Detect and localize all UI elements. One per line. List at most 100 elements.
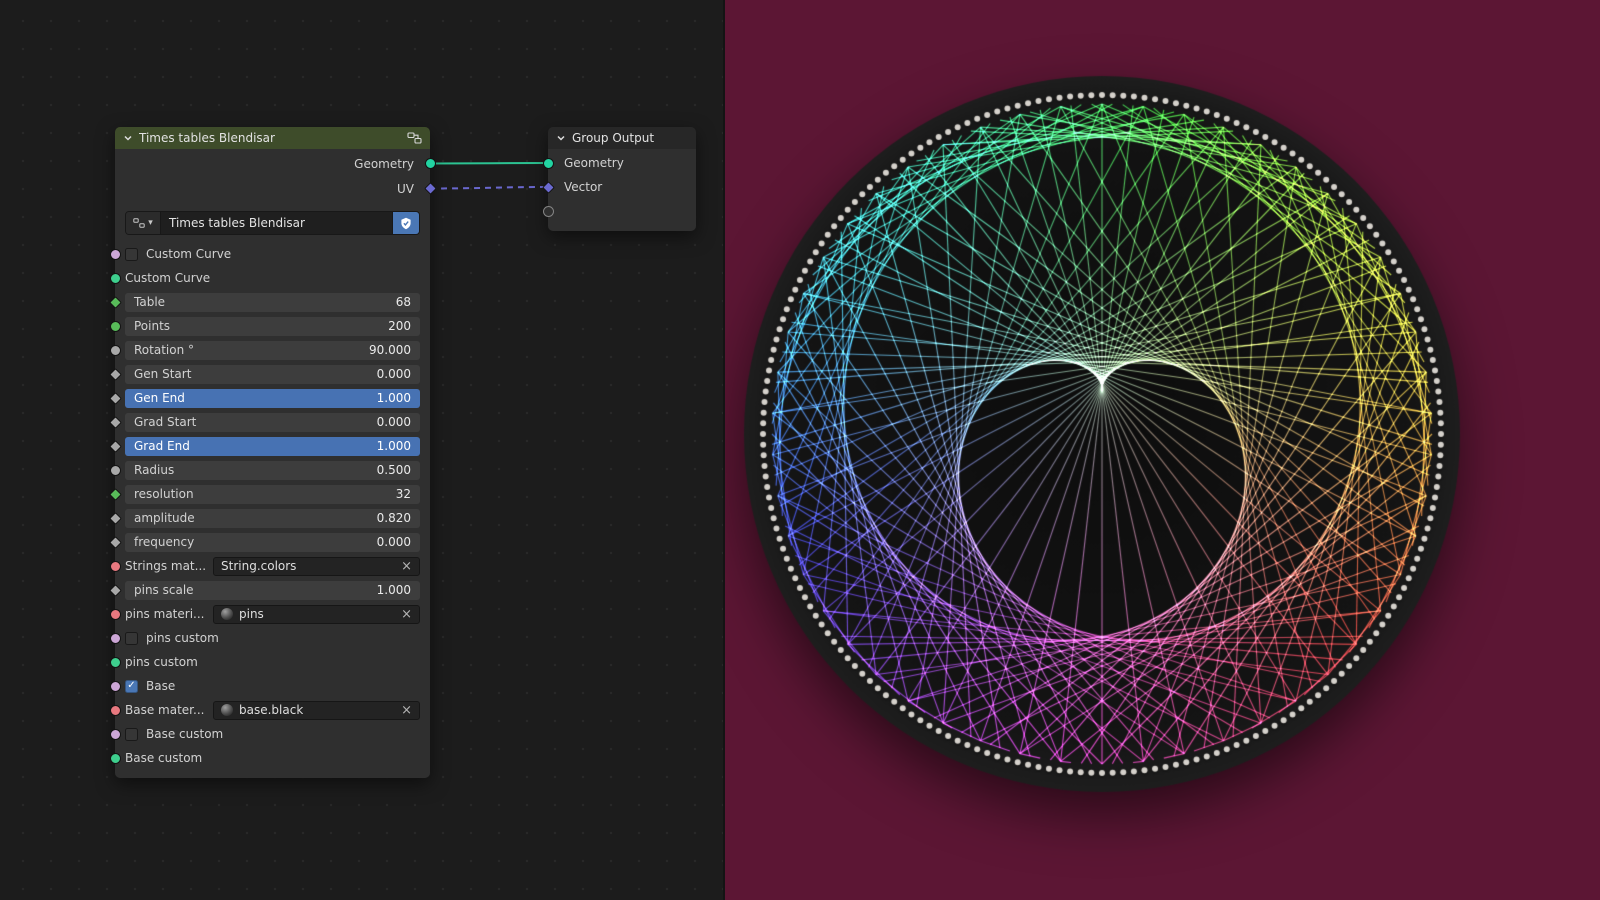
field-label: amplitude [134, 511, 195, 525]
input-socket-diamond[interactable] [108, 511, 122, 525]
virtual-socket[interactable] [542, 205, 554, 217]
material-field-pins-materi[interactable]: pins × [213, 604, 420, 624]
output-socket-geometry[interactable] [424, 158, 436, 169]
input-socket-diamond[interactable] [108, 583, 122, 597]
output-label: UV [397, 181, 414, 196]
input-socket-circle[interactable] [109, 464, 121, 476]
dropdown-arrow-icon: ▾ [148, 217, 153, 228]
input-socket-circle[interactable] [109, 632, 121, 644]
checkbox-base[interactable]: ✓ [125, 679, 138, 693]
number-field-frequency[interactable]: frequency 0.000 [125, 532, 420, 552]
number-field-table[interactable]: Table 68 [125, 292, 420, 312]
checkbox-base-custom[interactable] [125, 727, 138, 741]
output-socket-uv[interactable] [423, 182, 437, 195]
checkbox-label: Base [146, 679, 176, 693]
3d-viewport[interactable] [723, 0, 1600, 900]
node-group-output[interactable]: Group Output Geometry Vector [541, 127, 696, 231]
number-field-radius[interactable]: Radius 0.500 [125, 460, 420, 480]
field-value: 90.000 [369, 343, 411, 357]
node-title: Times tables Blendisar [139, 131, 275, 145]
input-socket-vector[interactable] [541, 180, 555, 194]
node-header[interactable]: Times tables Blendisar [115, 127, 430, 149]
row-label: Custom Curve [125, 271, 211, 285]
node-row-points: Points 200 [109, 314, 430, 338]
field-label: Points [134, 319, 171, 333]
node-row-table: Table 68 [108, 290, 430, 314]
node-row-grad-end: Grad End 1.000 [108, 434, 430, 458]
nodetree-name-field[interactable]: Times tables Blendisar [161, 212, 392, 234]
input-socket-circle[interactable] [109, 752, 121, 764]
input-socket-diamond[interactable] [108, 295, 122, 309]
field-value: 1.000 [376, 391, 411, 405]
link-geometry[interactable] [429, 162, 549, 165]
input-socket-diamond[interactable] [108, 535, 122, 549]
input-socket-circle[interactable] [109, 248, 121, 260]
node-row-radius: Radius 0.500 [109, 458, 430, 482]
node-row-base: ✓ Base [109, 674, 430, 698]
node-row-pins-scale: pins scale 1.000 [108, 578, 430, 602]
input-socket-diamond[interactable] [108, 487, 122, 501]
field-value: 0.820 [376, 511, 411, 525]
blender-window: Times tables Blendisar Geometry UV ▾ Tim… [0, 0, 1600, 900]
input-socket-diamond[interactable] [108, 439, 122, 453]
node-row-custom-curve: Custom Curve [109, 242, 430, 266]
fake-user-button[interactable] [392, 212, 419, 234]
material-field-base-mater[interactable]: base.black × [213, 700, 420, 720]
number-field-gen-start[interactable]: Gen Start 0.000 [125, 364, 420, 384]
input-socket-circle[interactable] [109, 344, 121, 356]
geometry-node-editor[interactable]: Times tables Blendisar Geometry UV ▾ Tim… [0, 0, 723, 900]
link-uv-vector[interactable] [429, 186, 549, 190]
number-field-points[interactable]: Points 200 [125, 316, 420, 336]
input-row-vector: Vector [541, 175, 696, 199]
collapse-chevron-icon[interactable] [556, 133, 566, 143]
clear-icon[interactable]: × [401, 560, 412, 573]
input-socket-diamond[interactable] [108, 367, 122, 381]
input-socket-diamond[interactable] [108, 415, 122, 429]
number-field-resolution[interactable]: resolution 32 [125, 484, 420, 504]
input-socket-circle[interactable] [109, 272, 121, 284]
viewport-render[interactable] [725, 0, 1600, 900]
input-socket-circle[interactable] [109, 680, 121, 692]
input-socket-geometry[interactable] [542, 157, 554, 169]
input-socket-circle[interactable] [109, 560, 121, 572]
number-field-pins-scale[interactable]: pins scale 1.000 [125, 580, 420, 600]
field-label: Gen End [134, 391, 185, 405]
input-row-virtual [542, 199, 696, 223]
number-field-grad-end[interactable]: Grad End 1.000 [125, 436, 420, 456]
number-field-rotation[interactable]: Rotation ° 90.000 [125, 340, 420, 360]
input-socket-circle[interactable] [109, 704, 121, 716]
node-row-strings-mat: Strings mat... String.colors × [109, 554, 430, 578]
nodetree-datablock-icon [133, 218, 145, 228]
node-group-selector: ▾ Times tables Blendisar [125, 211, 420, 235]
input-socket-circle[interactable] [109, 320, 121, 332]
checkbox-custom-curve[interactable] [125, 247, 138, 261]
number-field-amplitude[interactable]: amplitude 0.820 [125, 508, 420, 528]
clear-icon[interactable]: × [401, 608, 412, 621]
field-value: 32 [395, 487, 411, 501]
material-field-strings-mat[interactable]: String.colors × [213, 556, 420, 576]
field-value: 0.000 [376, 415, 411, 429]
node-row-pins-custom: pins custom [109, 650, 430, 674]
node-header[interactable]: Group Output [548, 127, 696, 149]
material-name: String.colors [221, 559, 297, 573]
node-row-resolution: resolution 32 [108, 482, 430, 506]
collapse-chevron-icon[interactable] [123, 133, 133, 143]
clear-icon[interactable]: × [401, 704, 412, 717]
material-preview-icon [221, 704, 233, 716]
input-socket-circle[interactable] [109, 656, 121, 668]
row-label: Base custom [125, 751, 203, 765]
field-label: Rotation ° [134, 343, 194, 357]
field-label: Grad End [134, 439, 190, 453]
input-socket-circle[interactable] [109, 728, 121, 740]
input-label: Geometry [564, 156, 624, 170]
field-value: 0.000 [376, 367, 411, 381]
node-times-tables-blendisar[interactable]: Times tables Blendisar Geometry UV ▾ Tim… [108, 127, 437, 778]
material-name: pins [239, 607, 264, 621]
number-field-gen-end[interactable]: Gen End 1.000 [125, 388, 420, 408]
input-socket-diamond[interactable] [108, 391, 122, 405]
datablock-menu-button[interactable]: ▾ [126, 212, 161, 234]
number-field-grad-start[interactable]: Grad Start 0.000 [125, 412, 420, 432]
checkbox-pins-custom[interactable] [125, 631, 138, 645]
node-title: Group Output [572, 131, 655, 145]
input-socket-circle[interactable] [109, 608, 121, 620]
